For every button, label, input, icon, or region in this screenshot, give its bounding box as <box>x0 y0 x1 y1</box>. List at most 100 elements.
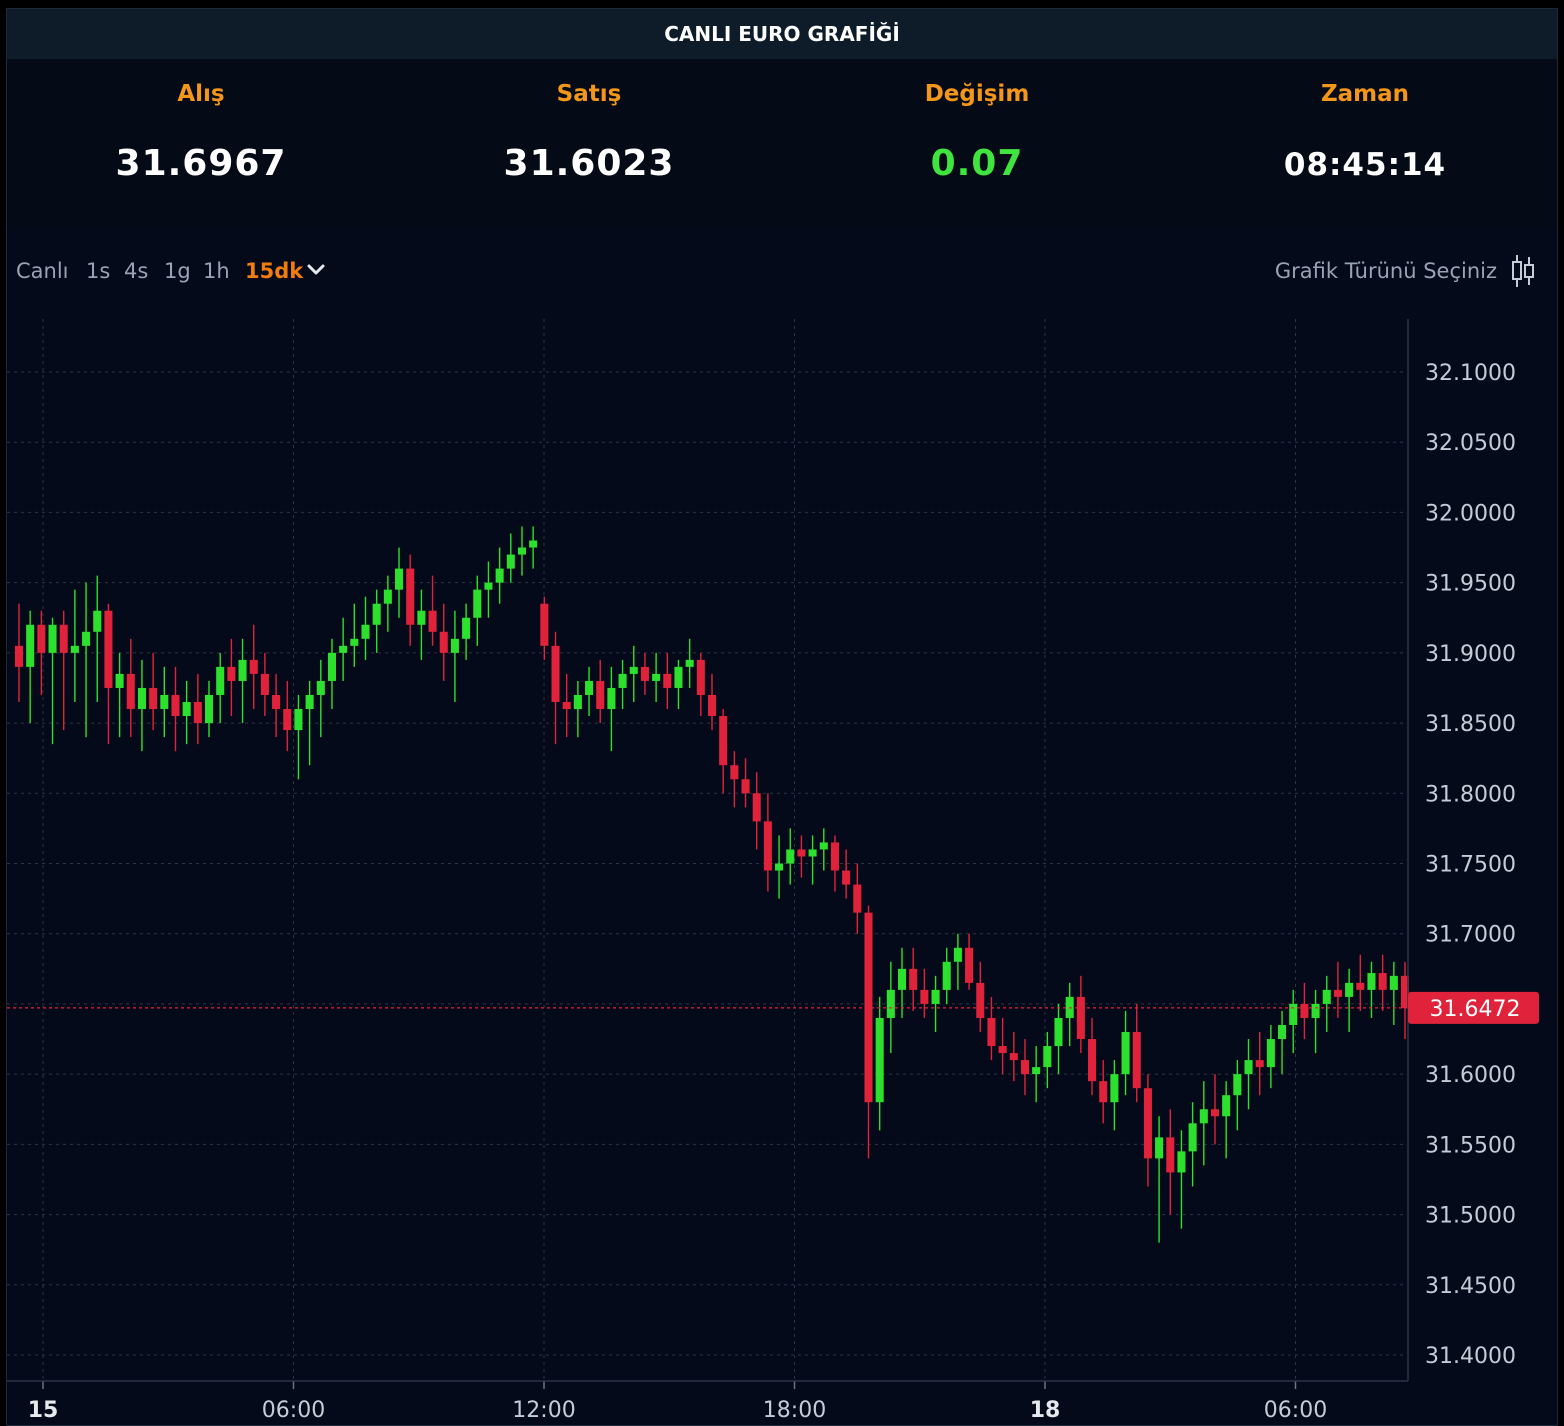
candle-body <box>1378 973 1387 990</box>
candle <box>238 638 247 724</box>
candlestick-icon[interactable] <box>1509 253 1537 289</box>
candle <box>462 603 471 660</box>
candle <box>1032 1046 1041 1103</box>
candle-body <box>886 989 895 1018</box>
candle-body <box>1367 973 1376 990</box>
page-title: CANLI EURO GRAFİĞİ <box>7 9 1557 59</box>
candle-body <box>260 673 269 695</box>
candle-body <box>473 589 482 618</box>
candle <box>327 638 336 710</box>
timeframe-live[interactable]: Canlı <box>16 259 69 283</box>
candle <box>696 652 705 717</box>
candle-body <box>126 673 135 710</box>
candle <box>819 828 828 871</box>
current-price-label: 31.6472 <box>1430 997 1521 1022</box>
candle-body <box>327 652 336 681</box>
candle <box>931 975 940 1033</box>
candle <box>1367 961 1376 1018</box>
timeframe-15dk[interactable]: 15dk <box>245 259 303 283</box>
candle-body <box>171 694 180 717</box>
candle-body <box>897 968 907 990</box>
candle-body <box>1110 1074 1119 1103</box>
candle <box>1143 1074 1152 1187</box>
candle-body <box>551 645 560 703</box>
candle-body <box>853 884 862 913</box>
candle-body <box>1222 1095 1231 1117</box>
timeframe-1s[interactable]: 1s <box>86 259 110 283</box>
candle <box>830 835 839 892</box>
candle <box>48 617 57 745</box>
candle <box>160 666 169 738</box>
candle <box>730 751 739 808</box>
candle-body <box>640 666 649 681</box>
quote-change-value: 0.07 <box>930 143 1024 184</box>
candle-body <box>942 961 951 990</box>
candle-body <box>93 610 102 632</box>
timeframe-4s[interactable]: 4s <box>124 259 148 283</box>
candle-body <box>137 687 146 710</box>
candle-body <box>193 702 202 724</box>
candle <box>998 1017 1007 1075</box>
candle <box>1266 1024 1275 1089</box>
candle-body <box>674 666 683 688</box>
candle-body <box>1166 1137 1175 1173</box>
candle-body <box>685 659 694 667</box>
chart-type-select[interactable]: Grafik Türünü Seçiniz <box>1275 259 1497 283</box>
candle <box>741 758 750 808</box>
candle-body <box>26 624 35 667</box>
candle <box>1121 1010 1130 1096</box>
candle-body <box>272 694 281 710</box>
candle-body <box>1389 975 1398 990</box>
candle-body <box>786 849 795 864</box>
candle <box>965 933 974 990</box>
candle-body <box>618 673 627 688</box>
candle <box>26 610 35 724</box>
candle-body <box>70 645 79 653</box>
candle <box>339 617 348 681</box>
candle <box>775 835 784 899</box>
candle <box>629 645 638 703</box>
candle <box>14 603 24 703</box>
candle <box>1389 961 1398 1025</box>
candle-body <box>585 680 594 695</box>
candle <box>842 849 851 899</box>
candle-body <box>428 610 437 632</box>
candlestick-chart[interactable]: 32.1000 32.0500 32.0000 31.9500 31.9000 31.85… <box>7 309 1558 1426</box>
chevron-down-icon[interactable] <box>305 259 327 281</box>
candle <box>1311 989 1320 1054</box>
candle <box>1378 954 1387 1011</box>
quote-sell: Satış 31.6023 <box>395 59 783 227</box>
candle <box>707 673 717 731</box>
candle-body <box>998 1046 1007 1054</box>
candle-body <box>450 638 459 653</box>
candle <box>652 652 661 703</box>
candle-body <box>383 589 392 604</box>
candle <box>607 666 616 752</box>
candle <box>216 652 225 724</box>
candle <box>294 694 303 780</box>
candle-body <box>696 659 705 695</box>
candle <box>942 947 951 1004</box>
candle <box>406 554 415 646</box>
x-tick-label: 18 <box>1030 1398 1061 1423</box>
candle-body <box>417 610 426 625</box>
candle-body <box>1009 1053 1018 1061</box>
candle-body <box>931 989 940 1004</box>
timeframe-1h[interactable]: 1h <box>203 259 230 283</box>
y-tick-label: 32.0000 <box>1425 501 1516 526</box>
candle-body <box>1076 996 1085 1040</box>
candle <box>562 673 571 738</box>
candle <box>1210 1074 1220 1145</box>
quote-buy: Alış 31.6967 <box>7 59 395 227</box>
candle <box>495 547 504 604</box>
timeframe-1g[interactable]: 1g <box>164 259 191 283</box>
candle <box>305 680 314 766</box>
candle <box>1289 989 1298 1054</box>
y-tick-label: 32.1000 <box>1425 361 1516 386</box>
quote-panel: Alış 31.6967 Satış 31.6023 Değişim 0.07 … <box>7 59 1557 227</box>
candle-body <box>976 982 985 1018</box>
candle <box>260 652 269 717</box>
candle-body <box>37 624 46 653</box>
candle-body <box>596 680 605 710</box>
candle-body <box>1132 1032 1141 1089</box>
